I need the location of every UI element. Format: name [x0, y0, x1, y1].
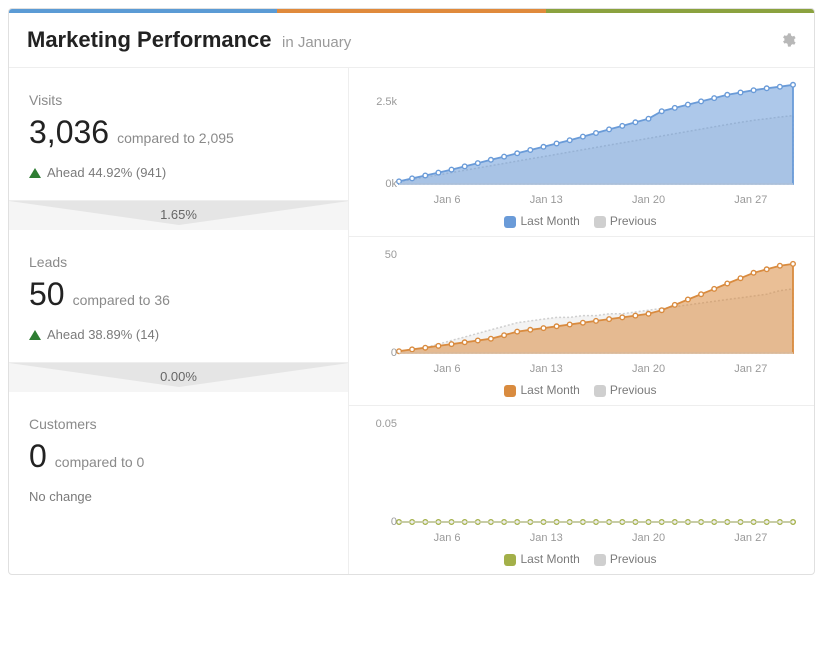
- leads-change: Ahead 38.89% (14): [47, 327, 159, 342]
- visits-value: 3,036: [29, 114, 109, 151]
- visits-change: Ahead 44.92% (941): [47, 165, 166, 180]
- leads-value: 50: [29, 276, 65, 313]
- funnel-visits-to-leads: 1.65%: [9, 200, 348, 230]
- charts-column: 2.5k 0k Jan 6Jan 13Jan 20Jan 27 Last Mon…: [349, 68, 814, 574]
- visits-label: Visits: [29, 92, 328, 108]
- funnel-leads-to-customers: 0.00%: [9, 362, 348, 392]
- chart-legend: Last Month Previous: [359, 377, 802, 397]
- leads-label: Leads: [29, 254, 328, 270]
- card-title: Marketing Performance: [27, 27, 272, 52]
- chart-legend: Last Month Previous: [359, 546, 802, 566]
- chart-x-axis: Jan 6Jan 13Jan 20Jan 27: [359, 528, 802, 546]
- gear-icon[interactable]: [780, 32, 796, 48]
- visits-stat: Visits 3,036 compared to 2,095 Ahead 44.…: [9, 68, 348, 200]
- chart-svg: [359, 80, 799, 190]
- card-subtitle: in January: [282, 34, 351, 51]
- marketing-performance-card: Marketing Performance in January Visits …: [8, 8, 815, 575]
- customers-label: Customers: [29, 416, 328, 432]
- arrow-up-icon: [29, 168, 41, 178]
- chart-legend: Last Month Previous: [359, 208, 802, 228]
- leads-stat: Leads 50 compared to 36 Ahead 38.89% (14…: [9, 230, 348, 362]
- card-header: Marketing Performance in January: [9, 13, 814, 68]
- funnel-rate-1: 1.65%: [160, 207, 197, 222]
- customers-stat: Customers 0 compared to 0 No change: [9, 392, 348, 524]
- funnel-rate-2: 0.00%: [160, 369, 197, 384]
- chart-x-axis: Jan 6Jan 13Jan 20Jan 27: [359, 190, 802, 208]
- chart-svg: [359, 249, 799, 359]
- accent-bar: [9, 9, 814, 13]
- customers-value: 0: [29, 438, 47, 475]
- visits-chart-slot: 2.5k 0k Jan 6Jan 13Jan 20Jan 27 Last Mon…: [349, 68, 814, 237]
- chart-x-axis: Jan 6Jan 13Jan 20Jan 27: [359, 359, 802, 377]
- stats-column: Visits 3,036 compared to 2,095 Ahead 44.…: [9, 68, 349, 574]
- leads-chart-slot: 50 0 Jan 6Jan 13Jan 20Jan 27 Last Month …: [349, 237, 814, 406]
- customers-change: No change: [29, 489, 92, 504]
- customers-chart-slot: 0.05 0 Jan 6Jan 13Jan 20Jan 27 Last Mont…: [349, 406, 814, 574]
- chart-svg: [359, 418, 799, 528]
- arrow-up-icon: [29, 330, 41, 340]
